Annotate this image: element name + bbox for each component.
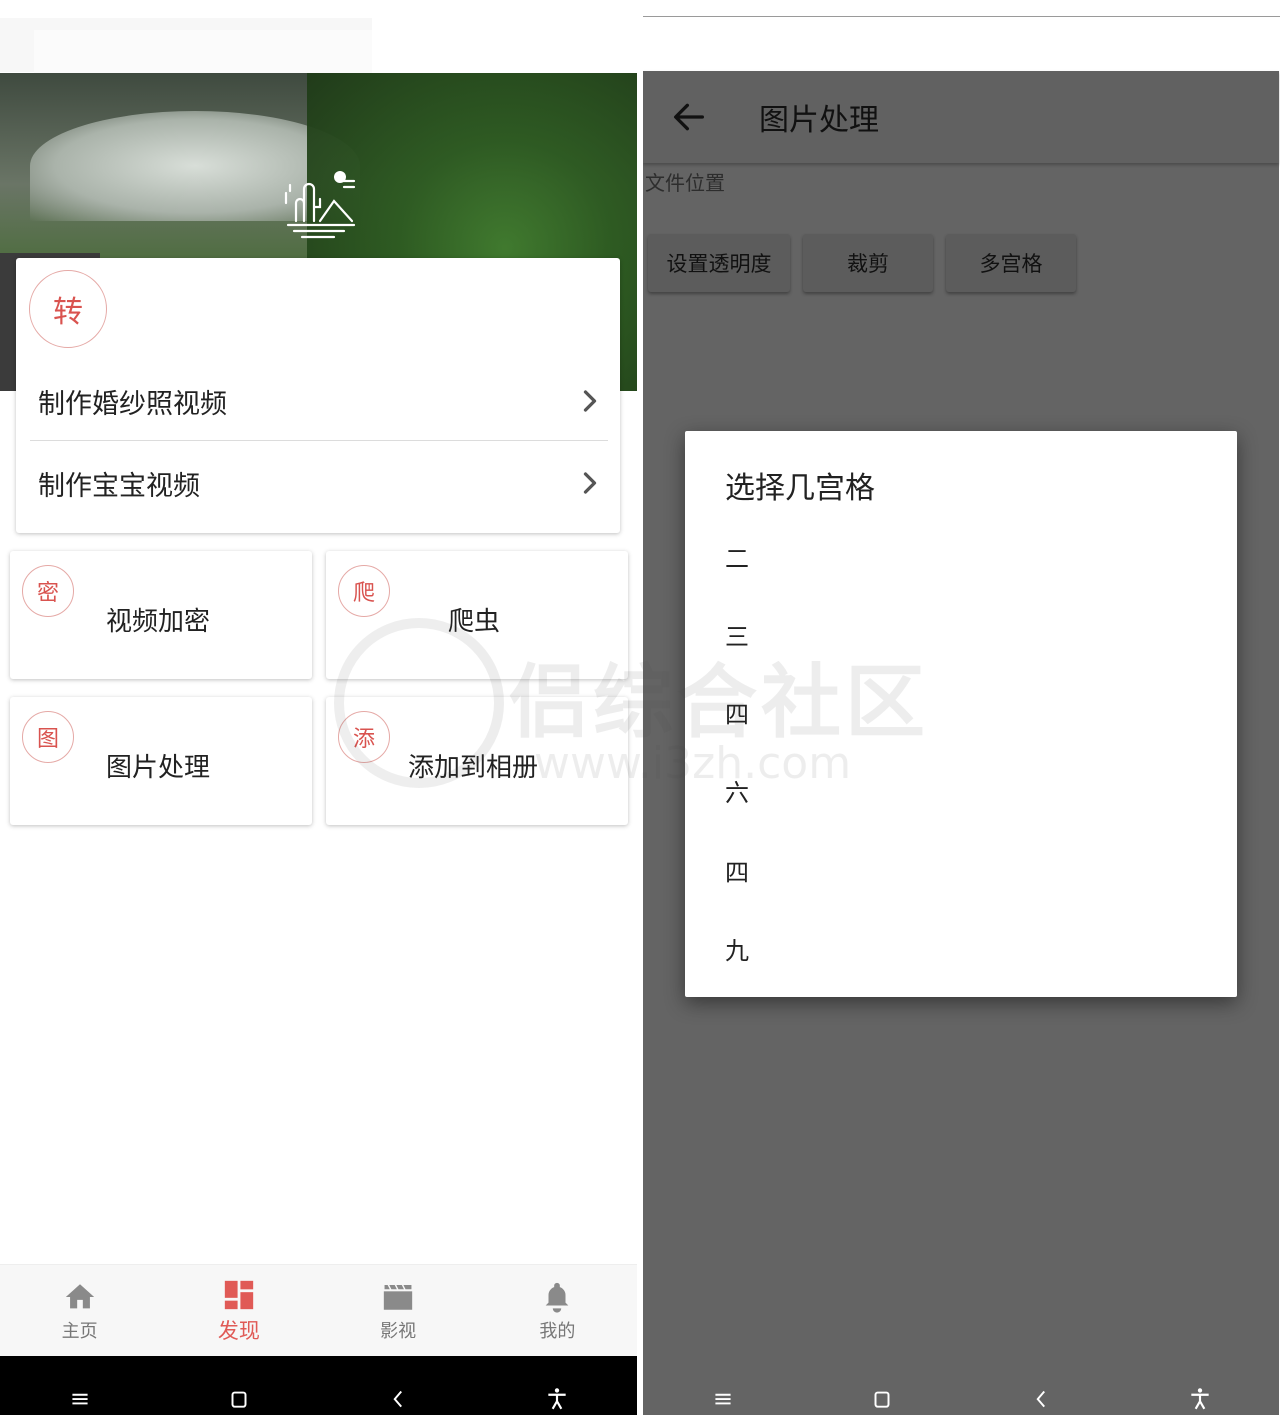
encrypt-badge: 密	[22, 565, 74, 617]
convert-badge: 转	[29, 270, 107, 348]
crop-button[interactable]: 裁剪	[803, 234, 933, 292]
tile-label: 视频加密	[106, 607, 211, 637]
status-bar	[0, 0, 637, 73]
image-badge: 图	[22, 711, 74, 763]
back-button-icon[interactable]	[385, 1385, 411, 1411]
tile-label: 图片处理	[106, 753, 211, 783]
clapperboard-icon	[383, 1283, 413, 1310]
nav-mine-label: 我的	[539, 1320, 576, 1342]
recent-apps-icon[interactable]	[67, 1385, 93, 1411]
make-baby-video-row[interactable]: 制作宝宝视频	[30, 444, 608, 522]
nav-discover[interactable]: 发现	[159, 1265, 318, 1357]
nav-home[interactable]: 主页	[0, 1265, 159, 1357]
tile-add-to-album[interactable]: 添 添加到相册	[326, 697, 628, 825]
bell-icon	[546, 1282, 569, 1313]
recent-apps-icon[interactable]	[710, 1385, 736, 1411]
make-baby-video-label: 制作宝宝视频	[38, 470, 200, 502]
crawler-badge: 爬	[338, 565, 390, 617]
home-button-icon[interactable]	[869, 1385, 895, 1411]
dialog-title: 选择几宫格	[725, 471, 875, 506]
top-divider	[643, 16, 1280, 17]
nav-movies[interactable]: 影视	[319, 1265, 478, 1357]
add-badge: 添	[338, 711, 390, 763]
tile-image-processing[interactable]: 图 图片处理	[10, 697, 312, 825]
accessibility-icon[interactable]	[1187, 1385, 1213, 1411]
option-six[interactable]: 六	[725, 773, 749, 808]
nav-discover-label: 发现	[217, 1318, 260, 1343]
grid-select-dialog: 选择几宫格 二 三 四 六 四 九	[685, 431, 1237, 997]
system-navigation-bar	[643, 1356, 1279, 1415]
accessibility-icon[interactable]	[544, 1385, 570, 1411]
discover-screen: 转 制作婚纱照视频 制作宝宝视频 密 视频加密 爬 爬虫 图 图片处理 添 添加…	[0, 0, 637, 1415]
option-three[interactable]: 三	[725, 617, 749, 652]
system-navigation-bar	[0, 1356, 637, 1415]
chevron-right-icon	[583, 390, 597, 412]
app-bar: 图片处理	[643, 71, 1279, 163]
landscape-logo-icon	[284, 171, 356, 239]
page-title: 图片处理	[759, 103, 879, 138]
back-arrow-icon[interactable]	[669, 97, 709, 137]
back-button-icon[interactable]	[1028, 1385, 1054, 1411]
tile-crawler[interactable]: 爬 爬虫	[326, 551, 628, 679]
multi-grid-button[interactable]: 多宫格	[946, 234, 1076, 292]
nav-mine[interactable]: 我的	[478, 1265, 637, 1357]
option-two[interactable]: 二	[725, 539, 749, 574]
nav-movies-label: 影视	[380, 1320, 417, 1342]
nav-home-label: 主页	[61, 1320, 98, 1342]
file-position-label: 文件位置	[645, 171, 725, 195]
image-processing-screen: 图片处理 文件位置 设置透明度 裁剪 多宫格 选择几宫格 二 三 四 六 四 九	[643, 0, 1280, 1415]
option-nine[interactable]: 九	[725, 931, 749, 966]
tile-label: 爬虫	[448, 607, 501, 637]
conversion-card: 转 制作婚纱照视频 制作宝宝视频	[16, 258, 620, 533]
set-opacity-button[interactable]: 设置透明度	[648, 234, 790, 292]
home-icon	[65, 1283, 94, 1308]
option-four[interactable]: 四	[725, 695, 749, 730]
make-wedding-video-label: 制作婚纱照视频	[38, 388, 227, 420]
bottom-navigation: 主页 发现 影视 我的	[0, 1264, 637, 1357]
tile-video-encrypt[interactable]: 密 视频加密	[10, 551, 312, 679]
dimmed-content: 图片处理 文件位置 设置透明度 裁剪 多宫格 选择几宫格 二 三 四 六 四 九	[643, 71, 1279, 1415]
discover-grid-icon	[224, 1280, 254, 1309]
tile-label: 添加到相册	[408, 753, 539, 783]
home-button-icon[interactable]	[226, 1385, 252, 1411]
option-four-alt[interactable]: 四	[725, 853, 749, 888]
make-wedding-video-row[interactable]: 制作婚纱照视频	[30, 362, 608, 441]
chevron-right-icon	[583, 472, 597, 494]
action-buttons: 设置透明度 裁剪 多宫格	[648, 234, 1076, 292]
status-bar-shade-inner	[34, 30, 372, 73]
